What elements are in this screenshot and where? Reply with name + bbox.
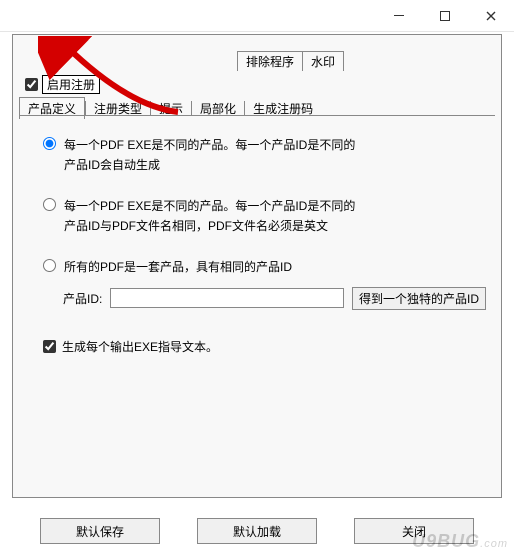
option-3-group: 所有的PDF是一套产品，具有相同的产品ID 产品ID: 得到一个独特的产品ID — [43, 257, 486, 310]
sub-tab-underline — [19, 115, 495, 116]
watermark-suffix: .com — [480, 538, 508, 550]
close-window-button[interactable] — [468, 0, 514, 32]
close-icon — [486, 11, 496, 21]
tab-watermark[interactable]: 水印 — [302, 51, 344, 71]
generate-guide-row: 生成每个输出EXE指导文本。 — [43, 338, 486, 355]
product-id-row: 产品ID: 得到一个独特的产品ID — [63, 287, 486, 310]
option-1-group: 每一个PDF EXE是不同的产品。每一个产品ID是不同的 产品ID会自动生成 — [43, 135, 486, 176]
option-1-line1: 每一个PDF EXE是不同的产品。每一个产品ID是不同的 — [64, 135, 355, 155]
watermark: U9BUG.com — [412, 531, 508, 552]
tab-exclude-program[interactable]: 排除程序 — [237, 51, 303, 71]
product-id-label: 产品ID: — [63, 290, 102, 307]
bottom-button-row: 默认保存 默认加载 关闭 — [40, 518, 474, 544]
option-2-line1: 每一个PDF EXE是不同的产品。每一个产品ID是不同的 — [64, 196, 355, 216]
option-3-radio[interactable] — [43, 259, 56, 272]
option-2-group: 每一个PDF EXE是不同的产品。每一个产品ID是不同的 产品ID与PDF文件名… — [43, 196, 486, 237]
window-titlebar — [0, 0, 514, 32]
enable-registration-checkbox[interactable] — [25, 78, 38, 91]
option-1-line2: 产品ID会自动生成 — [64, 155, 355, 175]
minimize-button[interactable] — [376, 0, 422, 32]
option-3-text: 所有的PDF是一套产品，具有相同的产品ID — [64, 257, 292, 277]
option-3-line1: 所有的PDF是一套产品，具有相同的产品ID — [64, 257, 292, 277]
enable-registration-label: 启用注册 — [42, 75, 100, 94]
default-load-button[interactable]: 默认加载 — [197, 518, 317, 544]
get-unique-id-button[interactable]: 得到一个独特的产品ID — [352, 287, 486, 310]
main-panel: 排除程序 水印 启用注册 产品定义 注册类型 提示 局部化 生成注册码 每一个P… — [12, 34, 502, 498]
product-id-input[interactable] — [110, 288, 344, 308]
option-2-line2: 产品ID与PDF文件名相同，PDF文件名必须是英文 — [64, 216, 355, 236]
product-definition-panel: 每一个PDF EXE是不同的产品。每一个产品ID是不同的 产品ID会自动生成 每… — [43, 135, 486, 355]
top-tab-row: 排除程序 水印 — [238, 51, 344, 71]
default-save-button[interactable]: 默认保存 — [40, 518, 160, 544]
generate-guide-label: 生成每个输出EXE指导文本。 — [62, 338, 218, 355]
enable-registration-row: 启用注册 — [25, 75, 100, 94]
maximize-button[interactable] — [422, 0, 468, 32]
watermark-text: U9BUG — [412, 531, 480, 551]
option-1-radio[interactable] — [43, 137, 56, 150]
option-1-text: 每一个PDF EXE是不同的产品。每一个产品ID是不同的 产品ID会自动生成 — [64, 135, 355, 176]
generate-guide-checkbox[interactable] — [43, 340, 56, 353]
option-2-radio[interactable] — [43, 198, 56, 211]
option-2-text: 每一个PDF EXE是不同的产品。每一个产品ID是不同的 产品ID与PDF文件名… — [64, 196, 355, 237]
